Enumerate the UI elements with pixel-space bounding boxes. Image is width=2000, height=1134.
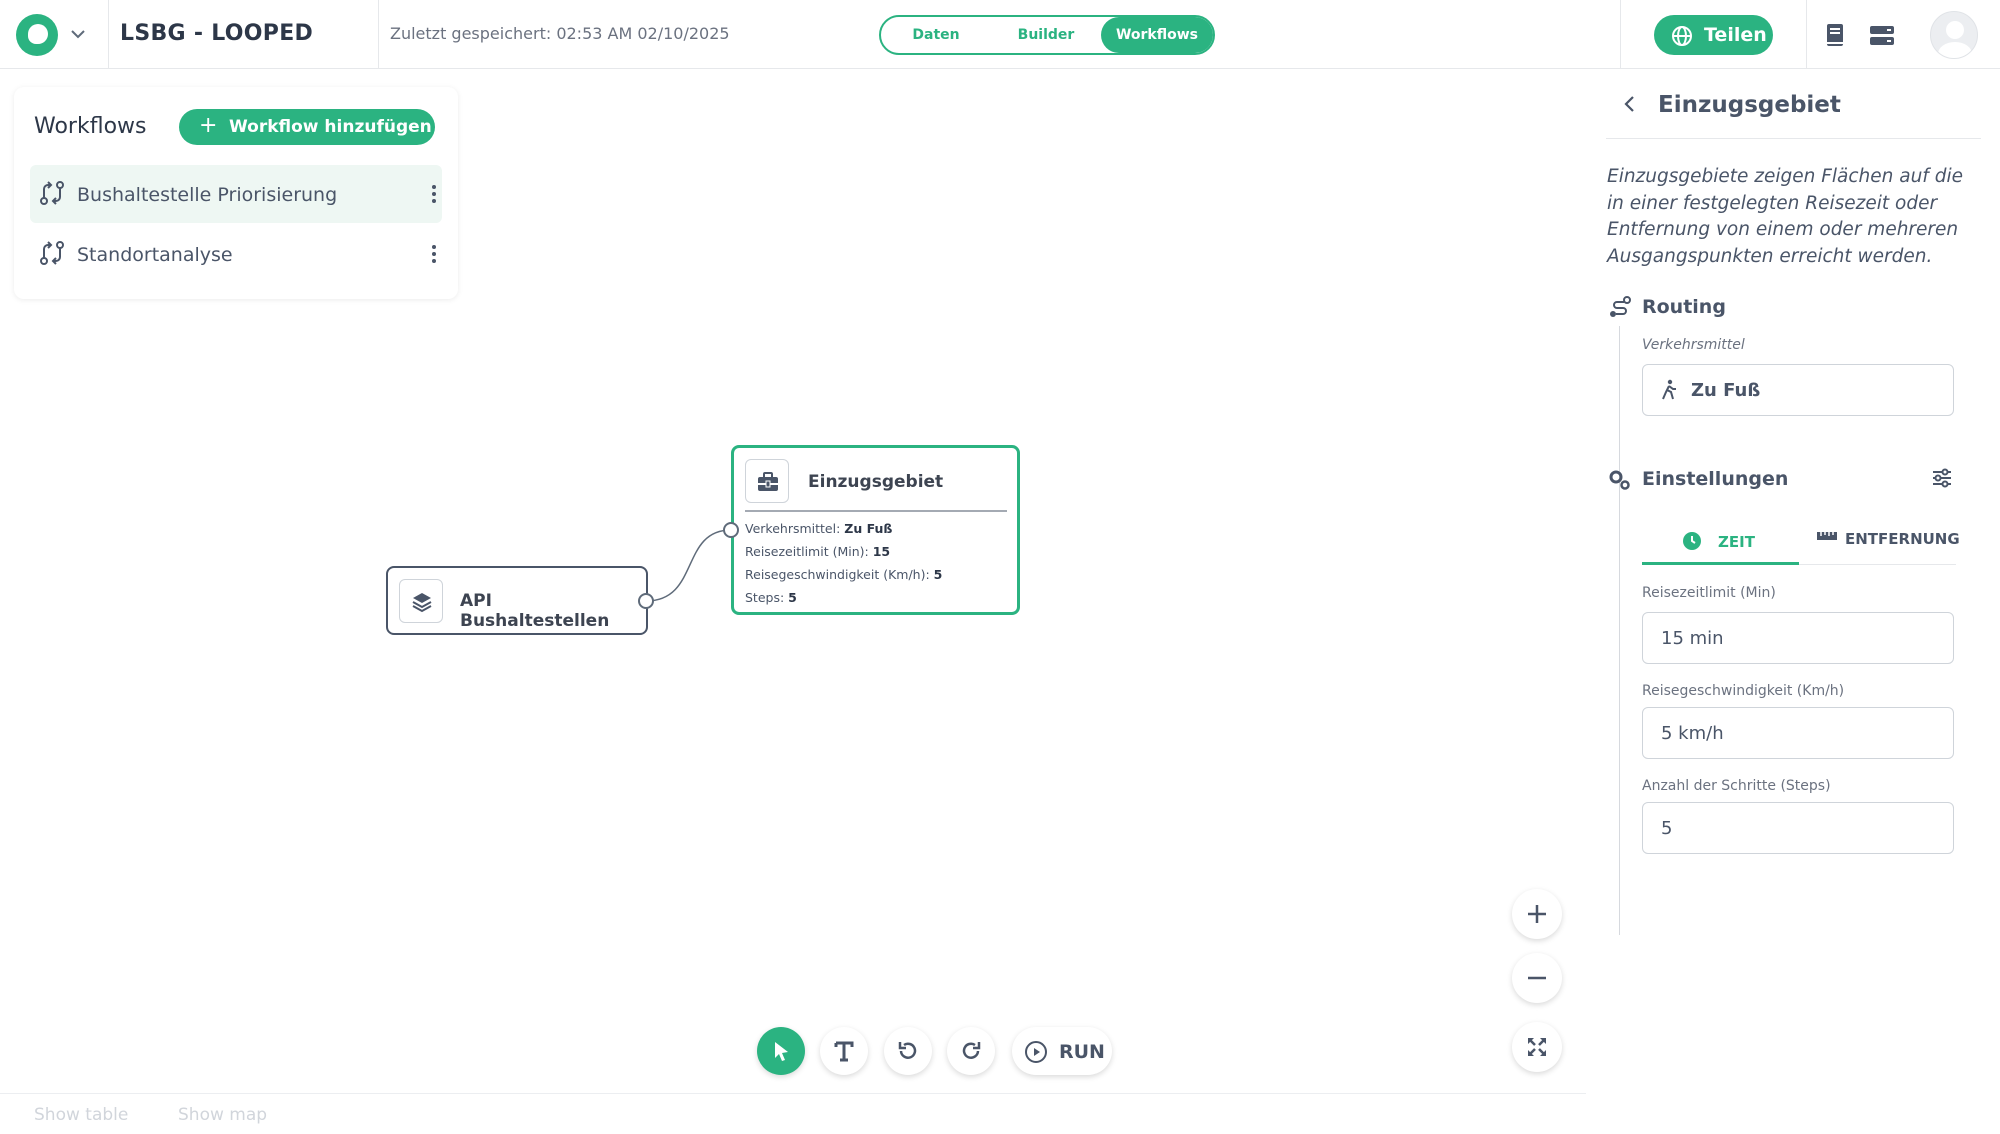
gears-icon <box>1609 470 1630 490</box>
layers-icon <box>399 579 443 623</box>
source-node[interactable]: API Bushaltestellen <box>386 566 648 635</box>
routing-icon <box>1610 296 1631 317</box>
tool-node[interactable]: Einzugsgebiet Verkehrsmittel: Zu Fuß Rei… <box>731 445 1020 615</box>
tab-zeit[interactable]: ZEIT <box>1642 515 1799 565</box>
section-line <box>1619 500 1620 935</box>
input-port[interactable] <box>723 522 739 538</box>
zoom-in-button[interactable] <box>1512 889 1562 939</box>
plus-icon <box>1528 905 1546 923</box>
time-limit-input[interactable]: 15 min <box>1642 612 1954 664</box>
bottom-bar: Show table Show map <box>0 1093 1586 1134</box>
sliders-icon[interactable] <box>1931 467 1953 489</box>
fit-view-button[interactable] <box>1512 1022 1562 1072</box>
node-param-row: Reisezeitlimit (Min): 15 <box>745 544 891 559</box>
redo-button[interactable] <box>947 1027 995 1075</box>
run-label: RUN <box>1059 1041 1105 1063</box>
mode-label: Verkehrsmittel <box>1642 337 1745 353</box>
mode-select[interactable]: Zu Fuß <box>1642 364 1954 416</box>
clock-icon <box>1683 532 1701 550</box>
settings-tabs: ZEIT ENTFERNUNG <box>1642 515 1960 565</box>
source-node-label: API Bushaltestellen <box>460 591 610 631</box>
panel-title: Einzugsgebiet <box>1658 92 1841 118</box>
undo-button[interactable] <box>884 1027 932 1075</box>
undo-icon <box>898 1042 917 1059</box>
panel-divider <box>1606 138 1981 139</box>
text-icon <box>834 1041 854 1062</box>
walking-icon <box>1662 379 1676 400</box>
redo-icon <box>962 1042 981 1059</box>
node-divider <box>745 510 1007 512</box>
chevron-left-icon[interactable] <box>1620 94 1640 114</box>
node-param-row: Steps: 5 <box>745 590 797 605</box>
play-circle-icon <box>1025 1041 1047 1063</box>
tool-description: Einzugsgebiete zeigen Flächen auf die in… <box>1607 166 1963 267</box>
mode-value: Zu Fuß <box>1691 380 1761 401</box>
speed-input[interactable]: 5 km/h <box>1642 707 1954 759</box>
fullscreen-icon <box>1528 1038 1546 1056</box>
output-port[interactable] <box>638 593 654 609</box>
settings-section-title: Einstellungen <box>1642 468 1789 490</box>
cursor-icon <box>775 1042 788 1061</box>
tab-entfernung[interactable]: ENTFERNUNG <box>1799 515 1960 565</box>
tool-node-label: Einzugsgebiet <box>808 472 944 492</box>
steps-input[interactable]: 5 <box>1642 802 1954 854</box>
time-limit-label: Reisezeitlimit (Min) <box>1642 585 1776 601</box>
routing-section-title: Routing <box>1642 296 1726 318</box>
steps-label: Anzahl der Schritte (Steps) <box>1642 778 1831 794</box>
section-line <box>1619 326 1620 528</box>
text-tool-button[interactable] <box>820 1027 868 1075</box>
minus-icon <box>1528 976 1546 980</box>
zoom-out-button[interactable] <box>1512 953 1562 1003</box>
properties-panel: Einzugsgebiet Einzugsgebiete zeigen Fläc… <box>1586 70 2000 1134</box>
ruler-icon <box>1817 532 1837 540</box>
node-param-row: Reisegeschwindigkeit (Km/h): 5 <box>745 567 943 582</box>
speed-label: Reisegeschwindigkeit (Km/h) <box>1642 683 1845 699</box>
show-table-tab[interactable]: Show table <box>34 1105 128 1125</box>
node-param-row: Verkehrsmittel: Zu Fuß <box>745 521 893 536</box>
select-tool-button[interactable] <box>757 1027 805 1075</box>
show-map-tab[interactable]: Show map <box>178 1105 267 1125</box>
run-button[interactable]: RUN <box>1012 1027 1112 1075</box>
toolbox-icon <box>745 459 789 503</box>
